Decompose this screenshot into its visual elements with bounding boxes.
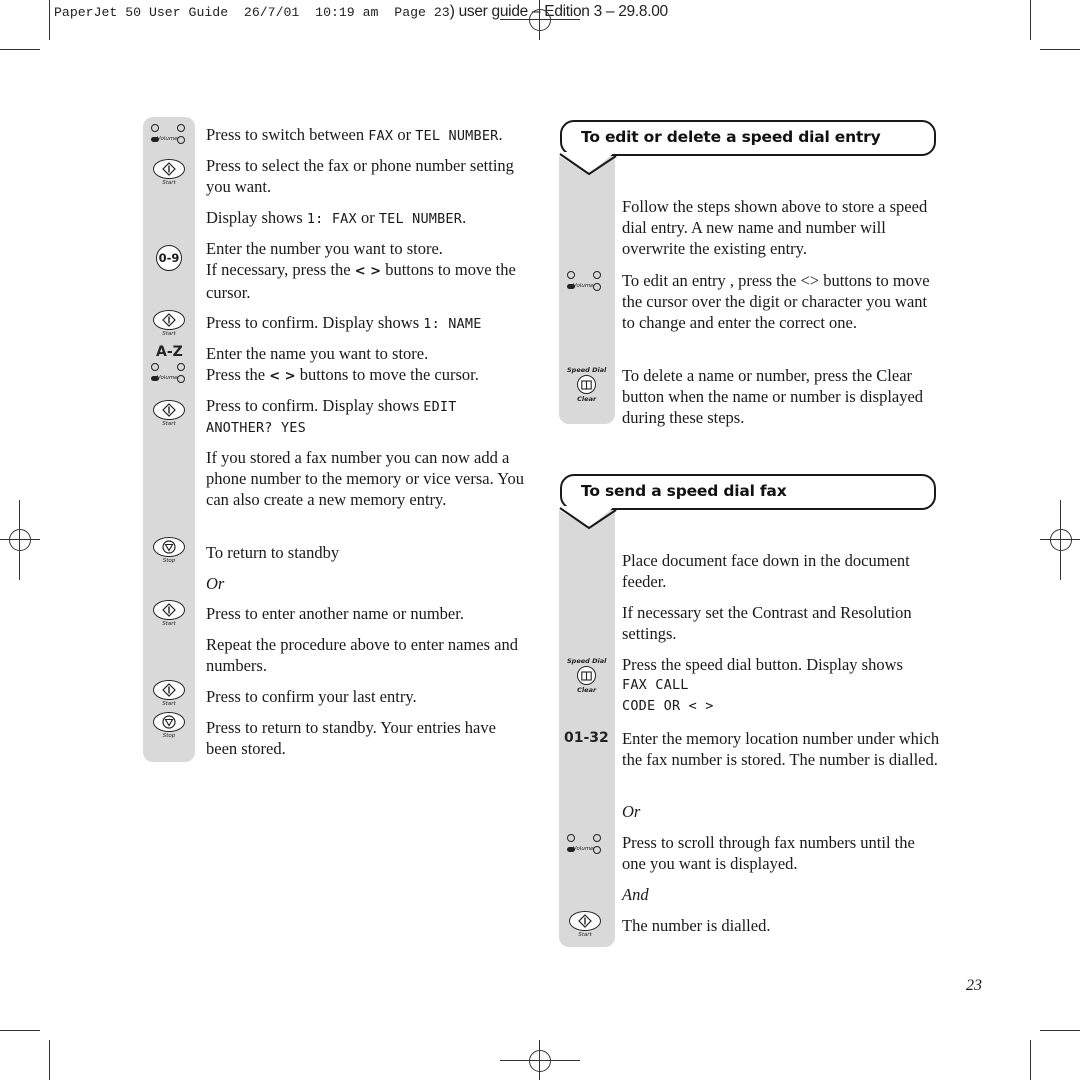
or-connector: Or bbox=[206, 574, 225, 593]
step-number-dialled: The number is dialled. bbox=[622, 916, 771, 935]
volume-buttons-icon: Volume bbox=[563, 834, 603, 856]
step-repeat-procedure: Repeat the procedure above to enter name… bbox=[206, 635, 518, 675]
start-button-icon: Start bbox=[153, 400, 185, 427]
lcd-text: CODE OR < > bbox=[622, 698, 714, 714]
step-place-document: Place document face down in the document… bbox=[622, 551, 910, 591]
section-title: To send a speed dial fax bbox=[581, 482, 787, 500]
section-heading: To edit or delete a speed dial entry bbox=[560, 120, 936, 156]
step-select-setting: Press to select the fax or phone number … bbox=[206, 156, 514, 196]
step-fax-phone-info: If you stored a fax number you can now a… bbox=[206, 448, 525, 509]
stop-button-icon: Stop bbox=[153, 712, 185, 739]
step-switch-fax-tel: Press to switch between FAX or TEL NUMBE… bbox=[206, 125, 503, 144]
step-confirm-edit-another: Press to confirm. Display shows EDIT ANO… bbox=[206, 395, 526, 439]
lcd-text: EDIT bbox=[423, 399, 457, 415]
lcd-text: TEL NUMBER bbox=[378, 211, 463, 227]
lcd-text: FAX bbox=[368, 128, 394, 144]
step-entries-stored: Press to return to standby. Your entries… bbox=[206, 718, 496, 758]
slug-edition: ) user guide – Edition 3 – 29.8.00 bbox=[449, 3, 668, 20]
step-return-standby: To return to standby bbox=[206, 543, 340, 562]
step-contrast-resolution: If necessary set the Contrast and Resolu… bbox=[622, 603, 912, 643]
start-button-icon: Start bbox=[153, 600, 185, 627]
section-heading: To send a speed dial fax bbox=[560, 474, 936, 510]
step-scroll-fax-numbers: Press to scroll through fax numbers unti… bbox=[622, 833, 915, 873]
volume-buttons-icon: Volume bbox=[147, 124, 187, 146]
step-enter-number: Enter the number you want to store. If n… bbox=[206, 239, 516, 302]
step-display-shows: Display shows 1: FAX or TEL NUMBER. bbox=[206, 208, 467, 227]
volume-buttons-icon: Volume bbox=[563, 271, 603, 293]
step-enter-memory-location: Enter the memory location number under w… bbox=[622, 729, 940, 769]
lcd-text: TEL NUMBER bbox=[415, 128, 499, 144]
heading-pointer bbox=[559, 506, 617, 530]
step-confirm-last: Press to confirm your last entry. bbox=[206, 687, 417, 706]
lcd-text: ANOTHER? YES bbox=[206, 420, 306, 436]
and-connector: And bbox=[622, 885, 649, 904]
letters-key-icon: A-Z bbox=[156, 344, 183, 360]
lcd-text: 1: FAX bbox=[306, 211, 357, 227]
or-connector: Or bbox=[622, 802, 641, 821]
page-number: 23 bbox=[966, 977, 982, 994]
digits-key-icon: 0-9 bbox=[156, 245, 182, 271]
start-button-icon: Start bbox=[153, 680, 185, 707]
left-icon-gutter bbox=[143, 117, 195, 762]
speed-dial-button-icon: Speed Dial Clear bbox=[567, 657, 607, 694]
step-follow-steps: Follow the steps shown above to store a … bbox=[622, 197, 928, 258]
start-button-icon: Start bbox=[153, 310, 185, 337]
start-button-icon: Start bbox=[569, 911, 601, 938]
send-section-icon-gutter bbox=[559, 506, 615, 947]
stop-button-icon: Stop bbox=[153, 537, 185, 564]
speed-dial-button-icon: Speed Dial Clear bbox=[567, 366, 607, 403]
memory-key-icon: 01-32 bbox=[564, 730, 609, 746]
lcd-text: 1: NAME bbox=[423, 316, 482, 332]
step-press-speed-dial: Press the speed dial button. Display sho… bbox=[622, 654, 942, 717]
section-title: To edit or delete a speed dial entry bbox=[581, 128, 881, 146]
step-delete-entry: To delete a name or number, press the Cl… bbox=[622, 366, 924, 427]
step-enter-another: Press to enter another name or number. bbox=[206, 604, 464, 623]
step-edit-entry: To edit an entry , press the <> buttons … bbox=[622, 271, 930, 332]
slug-file-info: PaperJet 50 User Guide 26/7/01 10:19 am … bbox=[54, 5, 450, 20]
step-enter-name: Enter the name you want to store. Press … bbox=[206, 344, 479, 384]
heading-pointer bbox=[559, 152, 617, 176]
lcd-text: FAX CALL bbox=[622, 677, 689, 693]
volume-buttons-icon: Volume bbox=[147, 363, 187, 385]
step-confirm-name: Press to confirm. Display shows 1: NAME bbox=[206, 313, 482, 332]
start-button-icon: Start bbox=[153, 159, 185, 186]
